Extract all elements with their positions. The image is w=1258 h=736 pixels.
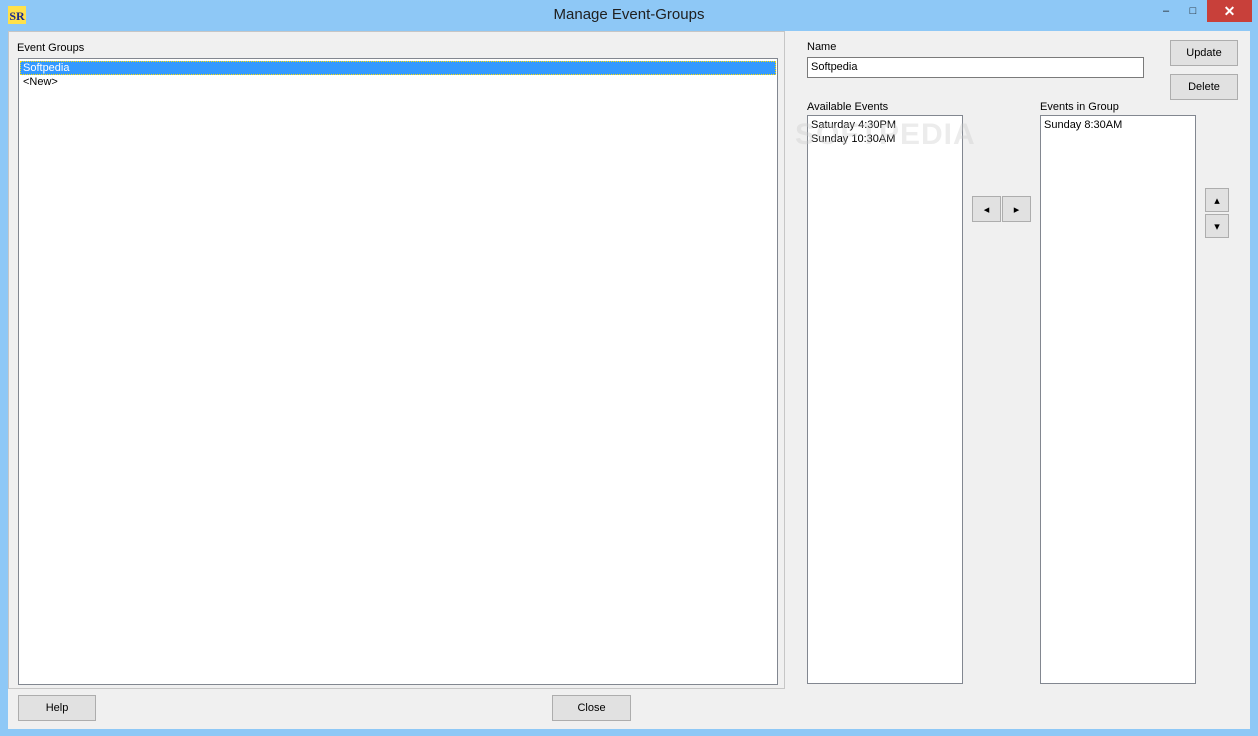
event-groups-list[interactable]: Softpedia <New>	[18, 58, 778, 685]
close-window-button[interactable]: ✕	[1207, 0, 1252, 22]
available-events-label: Available Events	[807, 101, 889, 113]
event-groups-label: Event Groups	[17, 42, 85, 54]
close-button[interactable]: Close	[552, 695, 631, 721]
available-events-list[interactable]: Saturday 4:30PM Sunday 10:30AM	[807, 115, 963, 684]
update-button[interactable]: Update	[1170, 40, 1238, 66]
move-left-button[interactable]: ◂	[972, 196, 1001, 222]
maximize-button[interactable]: □	[1180, 0, 1206, 22]
event-groups-panel: Event Groups Softpedia <New>	[8, 31, 785, 689]
events-in-group-label: Events in Group	[1040, 101, 1119, 113]
window-title: Manage Event-Groups	[553, 6, 705, 23]
name-field[interactable]: Softpedia	[807, 57, 1144, 78]
delete-button[interactable]: Delete	[1170, 74, 1238, 100]
group-event-item[interactable]: Sunday 8:30AM	[1041, 118, 1195, 132]
move-up-button[interactable]: ▴	[1205, 188, 1229, 212]
available-event-item[interactable]: Sunday 10:30AM	[808, 132, 962, 146]
move-down-button[interactable]: ▾	[1205, 214, 1229, 238]
move-right-button[interactable]: ▸	[1002, 196, 1031, 222]
title-bar[interactable]: SR Manage Event-Groups – □ ✕	[0, 0, 1258, 31]
event-group-item[interactable]: Softpedia	[20, 61, 776, 75]
name-label: Name	[807, 41, 837, 53]
dialog-body: Event Groups Softpedia <New> Name Softpe…	[8, 31, 1250, 729]
event-group-item[interactable]: <New>	[20, 75, 776, 89]
available-event-item[interactable]: Saturday 4:30PM	[808, 118, 962, 132]
help-button[interactable]: Help	[18, 695, 96, 721]
events-in-group-list[interactable]: Sunday 8:30AM	[1040, 115, 1196, 684]
minimize-button[interactable]: –	[1153, 0, 1179, 22]
